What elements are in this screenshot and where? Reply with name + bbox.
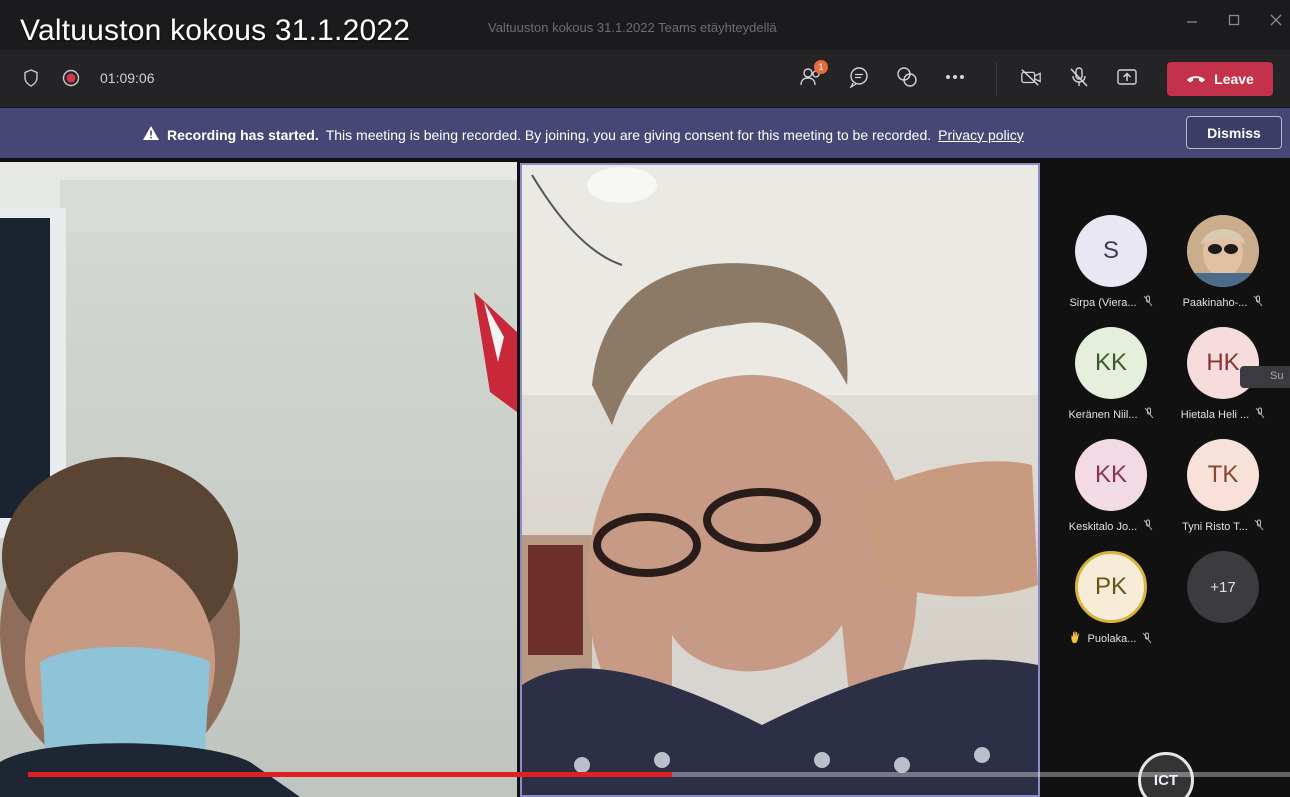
participant-name: Tyni Risto T... — [1182, 520, 1248, 533]
meeting-toolbar: 01:09:06 1 Leave — [0, 50, 1290, 108]
participants-badge: 1 — [814, 60, 828, 74]
avatar: HK — [1187, 327, 1259, 399]
privacy-policy-link[interactable]: Privacy policy — [938, 127, 1024, 143]
participant-name: Sirpa (Viera... — [1069, 296, 1137, 309]
active-speaker-video — [520, 163, 1040, 797]
recording-banner: Recording has started. This meeting is b… — [0, 108, 1290, 158]
toolbar-divider — [996, 62, 997, 96]
avatar: KK — [1075, 439, 1147, 511]
mic-muted-icon — [1255, 407, 1265, 422]
participant-name: Puolaka... — [1087, 633, 1137, 645]
shield-icon[interactable] — [20, 67, 42, 89]
participant-name: Keskitalo Jo... — [1068, 520, 1138, 533]
window-controls — [1184, 12, 1284, 28]
mic-muted-icon — [1144, 407, 1154, 422]
mic-muted-icon[interactable] — [1068, 66, 1090, 88]
mic-muted-icon — [1142, 632, 1152, 647]
mic-muted-icon — [1254, 519, 1264, 534]
participant-tile[interactable]: S Sirpa (Viera... — [1056, 215, 1166, 310]
side-tab[interactable]: Su — [1240, 366, 1290, 388]
leave-label: Leave — [1214, 71, 1254, 87]
leave-button[interactable]: Leave — [1167, 62, 1273, 96]
participant-tile[interactable]: Paakinaho-... — [1168, 215, 1278, 310]
banner-message: This meeting is being recorded. By joini… — [325, 126, 932, 143]
window-title: Valtuuston kokous 31.1.2022 Teams etäyht… — [488, 20, 777, 35]
share-screen-icon[interactable] — [1116, 66, 1138, 88]
close-icon[interactable] — [1268, 12, 1284, 28]
mic-muted-icon — [1253, 295, 1263, 310]
chat-icon[interactable] — [848, 66, 870, 88]
participant-tile[interactable]: TK Tyni Risto T... — [1168, 439, 1278, 534]
participant-name: Hietala Heli ... — [1180, 408, 1250, 421]
maximize-icon[interactable] — [1226, 12, 1242, 28]
title-bar: Valtuuston kokous 31.1.2022 Valtuuston k… — [0, 0, 1290, 50]
avatar-photo — [1187, 215, 1259, 287]
avatar: KK — [1075, 327, 1147, 399]
more-options-icon[interactable] — [944, 66, 966, 88]
recording-icon — [60, 67, 82, 89]
video-frame-left — [0, 162, 517, 797]
participant-tile[interactable]: KK Keränen Niil... — [1056, 327, 1166, 422]
participant-name: Paakinaho-... — [1182, 296, 1248, 309]
participant-tile[interactable]: PK Puolaka... — [1056, 551, 1166, 647]
participants-button[interactable]: 1 — [800, 60, 828, 88]
dismiss-button[interactable]: Dismiss — [1186, 116, 1282, 149]
avatar: TK — [1187, 439, 1259, 511]
meeting-timer: 01:09:06 — [100, 70, 155, 86]
overflow-count: +17 — [1187, 551, 1259, 623]
avatar: S — [1075, 215, 1147, 287]
mic-muted-icon — [1143, 295, 1153, 310]
video-progress-bar[interactable] — [28, 772, 1290, 777]
participant-video-left — [0, 162, 517, 797]
raised-hand-icon — [1070, 631, 1082, 647]
overflow-participants-button[interactable]: +17 — [1168, 551, 1278, 623]
minimize-icon[interactable] — [1184, 12, 1200, 28]
camera-off-icon[interactable] — [1020, 66, 1042, 88]
hang-up-icon — [1186, 71, 1206, 87]
participant-name: Keränen Niil... — [1068, 408, 1138, 421]
video-progress-fill — [28, 772, 672, 777]
video-frame-main — [522, 165, 1038, 795]
video-title: Valtuuston kokous 31.1.2022 — [20, 14, 411, 47]
banner-bold-text: Recording has started. — [167, 126, 319, 143]
avatar: PK — [1075, 551, 1147, 623]
reactions-icon[interactable] — [896, 66, 918, 88]
participant-tile[interactable]: KK Keskitalo Jo... — [1056, 439, 1166, 534]
warning-icon — [142, 125, 160, 144]
mic-muted-icon — [1143, 519, 1153, 534]
